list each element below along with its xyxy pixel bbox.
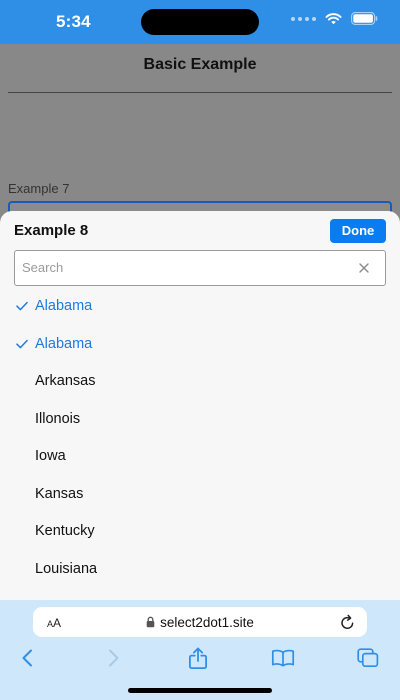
options-list: Alabama Alabama Arkansas Illonois Iowa K… [0, 288, 400, 588]
tabs-icon [357, 648, 379, 668]
bookmarks-icon [271, 649, 295, 667]
done-button[interactable]: Done [330, 219, 386, 243]
wifi-icon [325, 13, 342, 25]
clear-icon[interactable] [357, 261, 371, 275]
option-label: Alabama [35, 335, 93, 352]
divider [8, 92, 392, 93]
search-box [14, 250, 386, 286]
back-button[interactable] [14, 646, 40, 670]
share-button[interactable] [185, 646, 211, 670]
option-alabama[interactable]: Alabama [0, 326, 400, 364]
option-label: Illonois [35, 410, 81, 427]
option-kansas[interactable]: Kansas [0, 476, 400, 514]
option-alabama[interactable]: Alabama [0, 288, 400, 326]
page-title: Basic Example [143, 56, 257, 73]
tabs-button[interactable] [355, 646, 381, 670]
status-time: 5:34 [56, 12, 91, 31]
address-bar[interactable]: AA select2dot1.site [33, 607, 367, 637]
browser-toolbar: AA select2dot1.site [0, 600, 400, 700]
url-display[interactable]: select2dot1.site [33, 607, 367, 637]
signal-dots-icon [291, 16, 316, 21]
example-7-label: Example 7 [8, 181, 70, 196]
check-icon [16, 301, 28, 311]
sheet-title: Example 8 [14, 222, 89, 239]
status-icons [291, 12, 378, 25]
status-bar: 5:34 [0, 0, 400, 44]
option-label: Kentucky [35, 523, 95, 539]
forward-icon [109, 649, 119, 667]
option-iowa[interactable]: Iowa [0, 438, 400, 476]
option-label: Kansas [35, 485, 84, 502]
option-louisiana[interactable]: Louisiana [0, 551, 400, 589]
forward-button[interactable] [101, 646, 127, 670]
option-illonois[interactable]: Illonois [0, 401, 400, 439]
option-label: Alabama [35, 298, 93, 314]
lock-icon [146, 616, 155, 628]
option-label: Louisiana [35, 560, 98, 577]
url-text: select2dot1.site [160, 614, 254, 630]
option-label: Arkansas [35, 373, 96, 389]
home-indicator [128, 688, 272, 693]
toolbar-nav-row [0, 646, 400, 670]
search-input[interactable] [22, 251, 322, 285]
back-icon [22, 649, 32, 667]
option-arkansas[interactable]: Arkansas [0, 363, 400, 401]
select-sheet: Example 8 Done Alabama Alabama Arkansas … [0, 211, 400, 606]
option-kentucky[interactable]: Kentucky [0, 513, 400, 551]
option-label: Iowa [35, 448, 66, 464]
bookmarks-button[interactable] [270, 646, 296, 670]
battery-icon [351, 12, 378, 25]
dynamic-island [141, 9, 259, 35]
reload-icon[interactable] [340, 614, 355, 630]
check-icon [16, 339, 28, 348]
share-icon [189, 647, 207, 669]
